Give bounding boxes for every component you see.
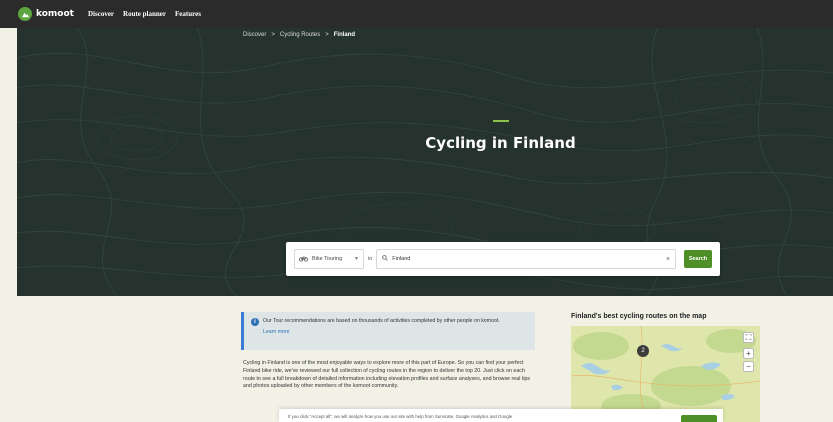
- sport-select[interactable]: Bike Touring ▼: [294, 249, 364, 269]
- search-bar: Bike Touring ▼ in Finland × Search: [286, 242, 720, 276]
- sport-select-value: Bike Touring: [312, 256, 343, 262]
- chevron-down-icon: ▼: [354, 256, 359, 262]
- breadcrumb-current: Finland: [333, 32, 356, 38]
- breadcrumb-cycling-routes[interactable]: Cycling Routes: [280, 32, 320, 38]
- komoot-logo[interactable]: komoot: [18, 7, 74, 21]
- breadcrumb-discover[interactable]: Discover: [243, 32, 266, 38]
- intro-paragraph: Cycling in Finland is one of the most en…: [243, 360, 531, 390]
- location-value: Finland: [392, 256, 411, 262]
- nav-link-discover[interactable]: Discover: [88, 10, 114, 18]
- map-title: Finland's best cycling routes on the map: [571, 313, 707, 320]
- in-label: in: [368, 256, 373, 262]
- zoom-out-button[interactable]: −: [743, 361, 754, 372]
- route-map[interactable]: 2 ⛶ + −: [571, 326, 760, 422]
- clear-icon[interactable]: ×: [666, 256, 670, 263]
- info-text: Our Tour recommendations are based on th…: [263, 318, 500, 324]
- cookie-text: If you click "Accept all", we will analy…: [288, 414, 513, 419]
- info-box: i Our Tour recommendations are based on …: [241, 312, 535, 350]
- nav-link-features[interactable]: Features: [175, 10, 201, 18]
- search-icon: [382, 255, 388, 263]
- map-terrain: [571, 326, 760, 422]
- location-input[interactable]: Finland ×: [376, 249, 676, 269]
- nav-link-route-planner[interactable]: Route planner: [123, 10, 166, 18]
- title-accent-line: [493, 120, 509, 122]
- learn-more-link[interactable]: Learn more: [263, 329, 529, 335]
- mountain-icon: [18, 7, 32, 21]
- fullscreen-icon[interactable]: ⛶: [743, 332, 754, 343]
- zoom-in-button[interactable]: +: [743, 348, 754, 359]
- logo-text: komoot: [36, 9, 74, 19]
- info-icon: i: [251, 318, 259, 326]
- cookie-banner: If you click "Accept all", we will analy…: [279, 409, 723, 422]
- bike-icon: [299, 255, 308, 264]
- page-title: Cycling in Finland: [425, 134, 576, 152]
- breadcrumb-separator: >: [271, 32, 275, 38]
- breadcrumb: Discover > Cycling Routes > Finland: [243, 32, 355, 38]
- breadcrumb-separator: >: [325, 32, 329, 38]
- cookie-accept-button[interactable]: [681, 415, 717, 422]
- top-navigation: komoot Discover Route planner Features: [0, 0, 833, 28]
- search-button[interactable]: Search: [684, 250, 712, 268]
- route-cluster-marker[interactable]: 2: [637, 345, 649, 357]
